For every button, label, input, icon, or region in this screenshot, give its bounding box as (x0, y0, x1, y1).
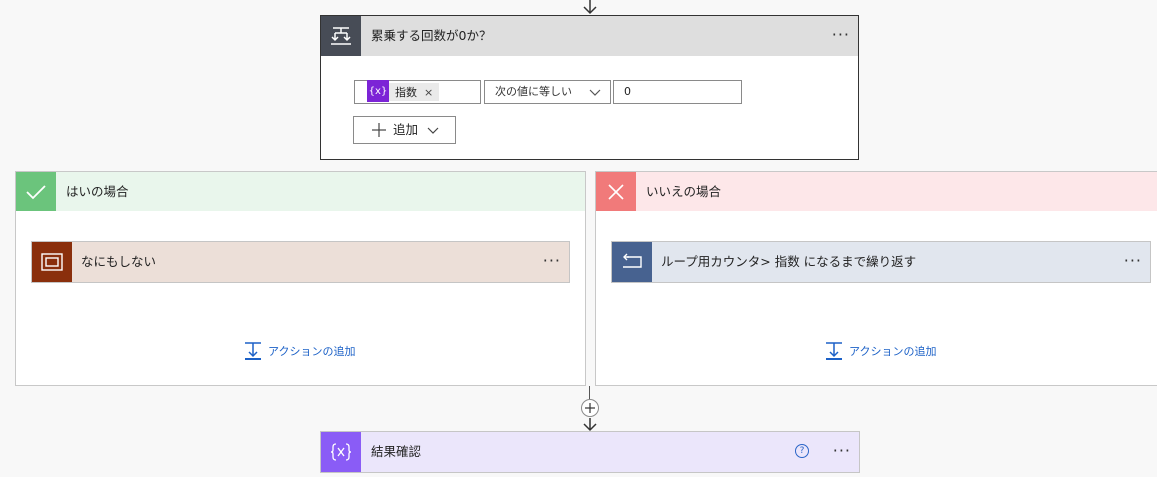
chevron-down-icon (589, 89, 601, 96)
condition-left-operand[interactable]: {x} 指数 × (354, 80, 481, 104)
help-icon[interactable]: ? (795, 444, 809, 458)
condition-right-operand[interactable]: 0 (613, 80, 742, 104)
loop-action-title: ループ用カウンタ> 指数 になるまで繰り返す (661, 254, 917, 269)
condition-value: 0 (624, 85, 631, 98)
checkmark-icon (16, 172, 56, 211)
no-add-action-label: アクションの追加 (849, 345, 937, 358)
operator-dropdown[interactable]: 次の値に等しい (484, 80, 611, 104)
connector-line (589, 386, 590, 399)
token-label: 指数 (395, 86, 417, 99)
yes-branch-title: はいの場合 (66, 184, 129, 199)
condition-title: 累乗する回数が0か？ (371, 28, 492, 43)
no-add-action-link[interactable]: アクションの追加 (825, 341, 936, 361)
add-condition-button[interactable]: 追加 (353, 116, 456, 144)
loop-icon (612, 242, 652, 282)
insert-step-button[interactable] (581, 399, 599, 417)
plus-icon (585, 403, 595, 413)
result-action-menu-button[interactable]: ··· (833, 432, 851, 472)
close-icon (596, 172, 636, 211)
scope-icon (32, 242, 72, 282)
condition-icon (321, 16, 361, 56)
result-action-card[interactable]: 結果確認 ? ··· (320, 431, 860, 473)
chevron-down-icon (427, 127, 439, 134)
yes-add-action-label: アクションの追加 (268, 345, 356, 358)
no-branch-title: いいえの場合 (646, 184, 722, 199)
scope-action-menu-button[interactable]: ··· (543, 242, 561, 282)
scope-action-title: なにもしない (81, 254, 157, 269)
condition-card: 累乗する回数が0か？ ··· {x} 指数 × 次の値に等しい 0 追加 (320, 15, 859, 160)
add-action-icon (245, 342, 261, 360)
loop-action-menu-button[interactable]: ··· (1124, 242, 1142, 282)
token-remove-button[interactable]: × (424, 86, 433, 99)
add-condition-label: 追加 (393, 122, 419, 137)
condition-header[interactable]: 累乗する回数が0か？ ··· (321, 16, 858, 56)
no-branch-header: いいえの場合 (596, 172, 1157, 211)
scope-action-card[interactable]: なにもしない ··· (31, 241, 570, 283)
no-branch-panel: いいえの場合 ループ用カウンタ> 指数 になるまで繰り返す ··· アクションの… (595, 171, 1157, 386)
loop-action-card[interactable]: ループ用カウンタ> 指数 になるまで繰り返す ··· (611, 241, 1151, 283)
yes-branch-panel: はいの場合 なにもしない ··· アクションの追加 (15, 171, 586, 386)
add-action-icon (826, 342, 842, 360)
yes-add-action-link[interactable]: アクションの追加 (244, 341, 355, 361)
connector-arrow-icon (583, 0, 597, 15)
operator-value: 次の値に等しい (495, 85, 572, 98)
connector-arrow-icon (583, 418, 597, 432)
plus-icon (372, 123, 386, 137)
variable-icon: {x} (367, 80, 389, 102)
yes-branch-header: はいの場合 (16, 172, 585, 211)
variable-action-icon (321, 432, 361, 472)
result-action-title: 結果確認 (371, 444, 422, 459)
token-exponent[interactable]: {x} 指数 × (367, 80, 440, 102)
condition-menu-button[interactable]: ··· (832, 16, 850, 56)
